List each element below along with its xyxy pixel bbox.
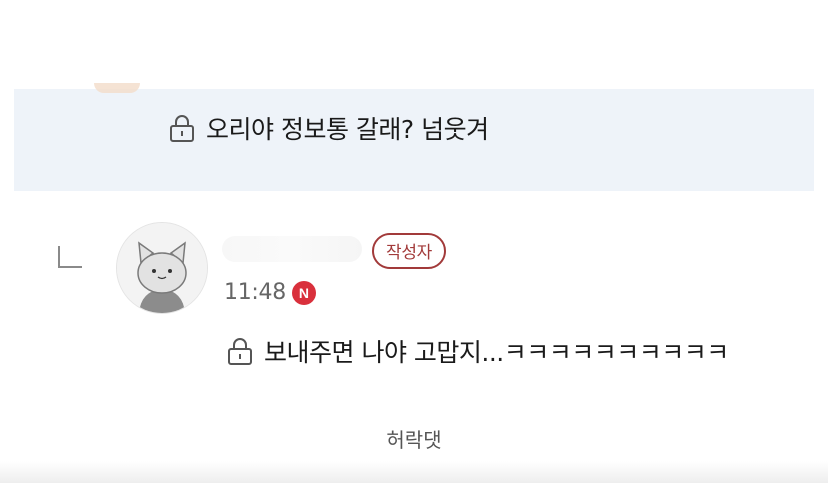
comment-time: 11:48 [224, 280, 286, 305]
lock-icon [226, 336, 254, 366]
parent-comment-text: 오리야 정보통 갈래? 넘웃겨 [206, 115, 489, 144]
reply-comment-line: 보내주면 나야 고맙지...ㅋㅋㅋㅋㅋㅋㅋㅋㅋㅋ [226, 333, 729, 369]
cat-avatar-icon[interactable] [116, 222, 208, 314]
author-name-blurred [222, 236, 362, 262]
parent-avatar-edge [94, 83, 140, 93]
reply-arrow-icon [58, 246, 82, 268]
new-badge: N [291, 280, 316, 305]
bottom-divider [0, 461, 828, 483]
caption: 허락댓 [386, 428, 442, 452]
lock-icon [168, 113, 196, 143]
reply-comment-text: 보내주면 나야 고맙지...ㅋㅋㅋㅋㅋㅋㅋㅋㅋㅋ [264, 338, 729, 367]
author-badge: 작성자 [372, 233, 447, 269]
parent-comment: 오리야 정보통 갈래? 넘웃겨 [14, 83, 814, 191]
parent-comment-line: 오리야 정보통 갈래? 넘웃겨 [168, 110, 489, 146]
comment-thread: 오리야 정보통 갈래? 넘웃겨 작성자 11:48 N 보내주면 나야 고맙지.… [0, 0, 828, 483]
comment-meta: 11:48 N [224, 280, 316, 305]
